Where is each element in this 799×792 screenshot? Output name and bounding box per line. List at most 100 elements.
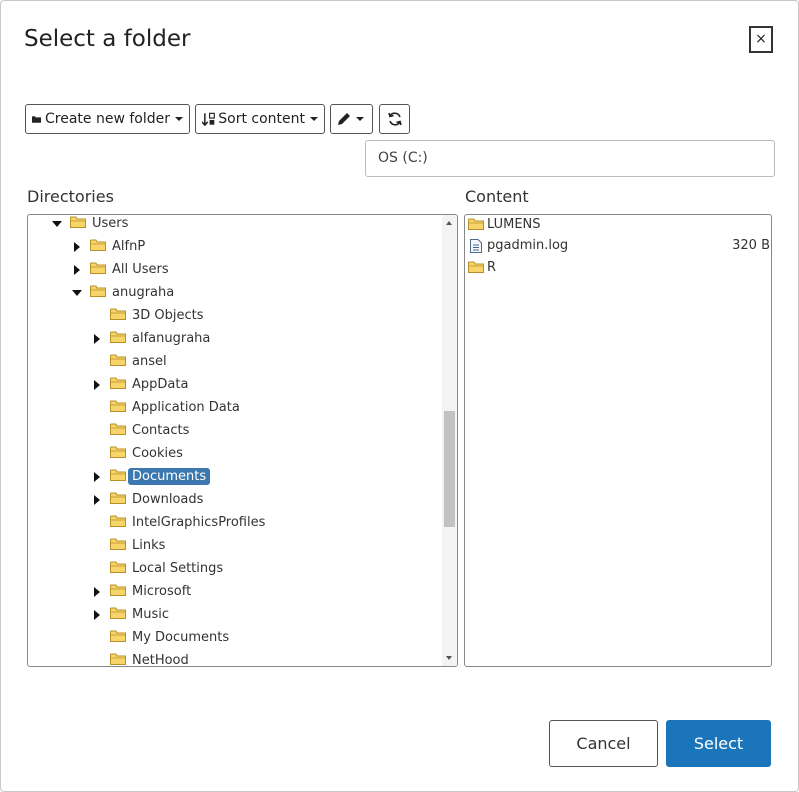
scroll-thumb[interactable] xyxy=(444,411,455,527)
tree-item-music[interactable]: Music xyxy=(28,604,442,626)
content-heading: Content xyxy=(465,187,529,206)
tree-item-alfnp[interactable]: AlfnP xyxy=(28,236,442,258)
tree-item-label: Cookies xyxy=(132,446,183,461)
tree-item-label: Local Settings xyxy=(132,561,224,576)
tree-item-appdata[interactable]: AppData xyxy=(28,374,442,396)
create-new-folder-label: Create new folder xyxy=(45,111,170,127)
caret-right-icon[interactable] xyxy=(94,380,100,390)
folder-icon xyxy=(110,354,126,366)
content-item-r[interactable]: R xyxy=(468,256,770,278)
folder-icon xyxy=(110,630,126,642)
tree-item-microsoft[interactable]: Microsoft xyxy=(28,581,442,603)
select-button[interactable]: Select xyxy=(666,720,771,767)
tree-item-ansel[interactable]: ansel xyxy=(28,351,442,373)
tree-item-links[interactable]: Links xyxy=(28,535,442,557)
folder-solid-icon xyxy=(32,115,41,123)
file-icon xyxy=(470,238,482,253)
close-button[interactable]: × xyxy=(749,26,773,53)
caret-down-icon[interactable] xyxy=(52,221,62,227)
folder-icon xyxy=(110,469,126,481)
caret-down-icon[interactable] xyxy=(72,290,82,296)
folder-icon xyxy=(110,446,126,458)
create-new-folder-button[interactable]: Create new folder xyxy=(25,104,190,134)
folder-icon xyxy=(110,653,126,665)
tree-item-label: Users xyxy=(92,216,129,231)
tree-item-label: 3D Objects xyxy=(132,308,204,323)
caret-right-icon[interactable] xyxy=(74,242,80,252)
pencil-icon xyxy=(338,113,350,125)
directories-scrollbar[interactable] xyxy=(442,215,457,666)
tree-item-label: anugraha xyxy=(112,285,175,300)
tree-item-label: All Users xyxy=(112,262,169,277)
folder-icon xyxy=(90,262,106,274)
caret-right-icon[interactable] xyxy=(94,495,100,505)
tree-item-label: Downloads xyxy=(132,492,204,507)
select-folder-dialog: Select a folder × Create new folder Sort… xyxy=(0,0,799,792)
tree-item-my-documents[interactable]: My Documents xyxy=(28,627,442,649)
tree-item-label: Contacts xyxy=(132,423,190,438)
tree-item-label: alfanugraha xyxy=(132,331,211,346)
directories-heading: Directories xyxy=(27,187,114,206)
content-item-size: 320 B xyxy=(732,238,770,253)
tree-item-downloads[interactable]: Downloads xyxy=(28,489,442,511)
folder-icon xyxy=(110,331,126,343)
content-item-lumens[interactable]: LUMENS xyxy=(468,215,770,235)
edit-menu-button[interactable] xyxy=(330,104,373,134)
caret-right-icon[interactable] xyxy=(94,610,100,620)
tree-item-label: My Documents xyxy=(132,630,230,645)
folder-icon xyxy=(110,538,126,550)
tree-item-users[interactable]: Users xyxy=(28,215,442,235)
sort-content-button[interactable]: Sort content xyxy=(195,104,325,134)
dialog-title: Select a folder xyxy=(24,26,191,52)
sort-icon xyxy=(202,112,215,126)
folder-icon xyxy=(468,261,484,273)
tree-item-all-users[interactable]: All Users xyxy=(28,259,442,281)
tree-item-label: Documents xyxy=(128,468,211,485)
tree-item-cookies[interactable]: Cookies xyxy=(28,443,442,465)
folder-icon xyxy=(110,584,126,596)
chevron-down-icon xyxy=(175,117,183,121)
tree-item-label: Links xyxy=(132,538,166,553)
chevron-down-icon xyxy=(310,117,318,121)
tree-item-nethood[interactable]: NetHood xyxy=(28,650,442,666)
tree-item-local-settings[interactable]: Local Settings xyxy=(28,558,442,580)
folder-icon xyxy=(90,239,106,251)
folder-icon xyxy=(90,285,106,297)
tree-item-3d-objects[interactable]: 3D Objects xyxy=(28,305,442,327)
folder-icon xyxy=(110,308,126,320)
folder-icon xyxy=(110,400,126,412)
folder-icon xyxy=(110,561,126,573)
tree-item-label: Music xyxy=(132,607,169,622)
content-item-name: R xyxy=(487,259,497,275)
chevron-down-icon xyxy=(356,117,364,121)
tree-item-anugraha[interactable]: anugraha xyxy=(28,282,442,304)
directories-tree[interactable]: Users AlfnP All Users anugraha 3D Objects alf… xyxy=(27,214,458,667)
caret-right-icon[interactable] xyxy=(94,472,100,482)
caret-right-icon[interactable] xyxy=(94,334,100,344)
scroll-up-arrow-icon[interactable] xyxy=(446,221,452,225)
refresh-icon xyxy=(387,112,402,126)
tree-item-label: Application Data xyxy=(132,400,240,415)
tree-item-contacts[interactable]: Contacts xyxy=(28,420,442,442)
caret-right-icon[interactable] xyxy=(74,265,80,275)
tree-item-label: AppData xyxy=(132,377,189,392)
folder-icon xyxy=(110,377,126,389)
caret-right-icon[interactable] xyxy=(94,587,100,597)
content-list[interactable]: LUMENS pgadmin.log 320 B R xyxy=(464,214,772,667)
tree-item-intelgraphicsprofiles[interactable]: IntelGraphicsProfiles xyxy=(28,512,442,534)
content-item-pgadmin-log[interactable]: pgadmin.log 320 B xyxy=(468,235,770,257)
content-item-name: pgadmin.log xyxy=(487,238,569,253)
folder-icon xyxy=(110,492,126,504)
tree-item-alfanugraha[interactable]: alfanugraha xyxy=(28,328,442,350)
tree-item-documents[interactable]: Documents xyxy=(28,466,442,488)
tree-item-application-data[interactable]: Application Data xyxy=(28,397,442,419)
folder-icon xyxy=(110,607,126,619)
current-path-field[interactable]: OS (C:) xyxy=(365,140,775,177)
cancel-button[interactable]: Cancel xyxy=(549,720,658,767)
refresh-button[interactable] xyxy=(379,104,410,134)
folder-icon xyxy=(70,216,86,228)
folder-icon xyxy=(468,218,484,230)
tree-item-label: AlfnP xyxy=(112,239,146,254)
folder-icon xyxy=(110,515,126,527)
scroll-down-arrow-icon[interactable] xyxy=(446,656,452,660)
